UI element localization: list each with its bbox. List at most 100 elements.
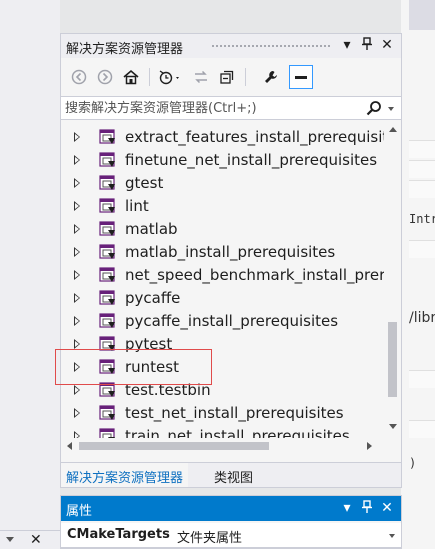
tree-item-label: pycaffe xyxy=(125,289,181,307)
forward-icon[interactable] xyxy=(93,65,117,89)
expand-arrow-icon[interactable] xyxy=(74,293,80,303)
expand-arrow-icon[interactable] xyxy=(74,316,80,326)
drag-grip[interactable] xyxy=(211,44,331,49)
background-text: Intr xyxy=(409,212,435,226)
expand-arrow-icon[interactable] xyxy=(74,247,80,257)
search-options-dropdown-icon[interactable] xyxy=(388,107,394,111)
horizontal-scrollbar[interactable] xyxy=(61,438,384,454)
scroll-thumb[interactable] xyxy=(79,442,269,450)
tree-item[interactable]: matlab_install_prerequisites xyxy=(61,241,384,264)
window-position-dropdown-icon[interactable]: ▾ xyxy=(339,37,355,55)
scroll-down-icon[interactable] xyxy=(389,424,397,429)
expand-arrow-icon[interactable] xyxy=(74,431,80,438)
background-text: /libr xyxy=(409,310,435,326)
project-icon xyxy=(99,244,117,260)
expand-arrow-icon[interactable] xyxy=(74,385,80,395)
tree-item[interactable]: pycaffe xyxy=(61,287,384,310)
project-icon xyxy=(99,405,117,421)
project-icon xyxy=(99,267,117,283)
close-icon[interactable]: ✕ xyxy=(30,532,42,548)
tree-item[interactable]: finetune_net_install_prerequisites xyxy=(61,149,384,172)
tree-item[interactable]: lint xyxy=(61,195,384,218)
tree-item[interactable]: net_speed_benchmark_install_prerequisite… xyxy=(61,264,384,287)
scroll-left-icon[interactable] xyxy=(67,442,72,450)
background-editor-left xyxy=(0,0,60,549)
scroll-up-icon[interactable] xyxy=(389,127,397,132)
project-icon xyxy=(99,175,117,191)
object-type: 文件夹属性 xyxy=(177,531,243,546)
window-position-dropdown-icon[interactable]: ▾ xyxy=(339,500,355,518)
tree-item[interactable]: pycaffe_install_prerequisites xyxy=(61,310,384,333)
background-row xyxy=(409,370,435,388)
close-icon[interactable]: ✕ xyxy=(379,500,395,518)
close-icon[interactable]: ✕ xyxy=(379,37,395,55)
project-icon xyxy=(99,152,117,168)
expand-arrow-icon[interactable] xyxy=(74,408,80,418)
search-box xyxy=(61,96,401,120)
search-input[interactable] xyxy=(65,99,355,118)
back-icon[interactable] xyxy=(67,65,91,89)
tree-item-label: test_net_install_prerequisites xyxy=(125,404,344,422)
project-icon xyxy=(99,313,117,329)
background-editor-right: Intr /libr ) xyxy=(401,0,435,549)
project-icon xyxy=(99,221,117,237)
expand-arrow-icon[interactable] xyxy=(74,201,80,211)
object-selector[interactable]: CMakeTargets 文件夹属性 xyxy=(61,523,401,548)
tree-item-label: matlab xyxy=(125,220,178,238)
background-left-tabbar: ✕ xyxy=(0,530,60,549)
tree-item[interactable]: train_net_install_prerequisites xyxy=(61,425,384,438)
tree-item-label: extract_features_install_prerequisites xyxy=(125,128,384,146)
background-strip xyxy=(409,0,435,30)
tree-item[interactable]: test_net_install_prerequisites xyxy=(61,402,384,425)
object-name: CMakeTargets xyxy=(67,527,170,542)
tree-item[interactable]: extract_features_install_prerequisites xyxy=(61,126,384,149)
panel-title: 解决方案资源管理器 xyxy=(66,42,184,57)
history-icon[interactable] xyxy=(155,65,185,89)
tree-item-label: pycaffe_install_prerequisites xyxy=(125,312,339,330)
tree-item-label: matlab_install_prerequisites xyxy=(125,243,336,261)
dropdown-icon[interactable] xyxy=(6,537,14,542)
tree-item-label: net_speed_benchmark_install_prerequisite… xyxy=(125,266,384,284)
home-icon[interactable] xyxy=(119,65,143,89)
expand-arrow-icon[interactable] xyxy=(74,224,80,234)
toolbar-separator xyxy=(245,68,246,86)
background-row xyxy=(409,140,435,158)
properties-wrench-icon[interactable] xyxy=(259,65,283,89)
tree-item-label: lint xyxy=(125,197,149,215)
background-row xyxy=(409,160,435,178)
tree-item[interactable]: gtest xyxy=(61,172,384,195)
tab-solution-explorer[interactable]: 解决方案资源管理器 xyxy=(61,463,189,487)
pin-icon[interactable] xyxy=(359,500,375,518)
project-icon xyxy=(99,129,117,145)
panel-tabs: 解决方案资源管理器 类视图 xyxy=(61,462,401,487)
properties-panel: 属性 ▾ ✕ CMakeTargets 文件夹属性 xyxy=(60,495,402,549)
expand-arrow-icon[interactable] xyxy=(74,178,80,188)
background-row xyxy=(409,420,435,438)
collapse-all-icon[interactable] xyxy=(215,65,239,89)
solution-tree: extract_features_install_prerequisites f… xyxy=(61,122,384,438)
properties-titlebar[interactable]: 属性 ▾ ✕ xyxy=(61,496,401,521)
tree-item-label: train_net_install_prerequisites xyxy=(125,427,350,438)
chevron-down-icon[interactable] xyxy=(389,534,395,538)
panel-title: 属性 xyxy=(66,504,93,519)
project-icon xyxy=(99,290,117,306)
expand-arrow-icon[interactable] xyxy=(74,155,80,165)
tab-class-view[interactable]: 类视图 xyxy=(209,463,258,487)
tree-item[interactable]: matlab xyxy=(61,218,384,241)
pin-icon[interactable] xyxy=(359,37,375,55)
expand-arrow-icon[interactable] xyxy=(74,132,80,142)
show-all-files-icon[interactable] xyxy=(289,65,313,89)
expand-arrow-icon[interactable] xyxy=(74,270,80,280)
background-row xyxy=(409,240,435,258)
tree-item-label: gtest xyxy=(125,174,164,192)
search-icon[interactable] xyxy=(366,100,382,120)
solution-explorer-titlebar[interactable]: 解决方案资源管理器 ▾ ✕ xyxy=(61,34,401,58)
vertical-scrollbar[interactable] xyxy=(384,122,401,438)
scroll-right-icon[interactable] xyxy=(367,442,372,450)
sync-icon[interactable] xyxy=(189,65,213,89)
project-icon xyxy=(99,428,117,438)
background-row xyxy=(409,180,435,198)
tree-item-label: finetune_net_install_prerequisites xyxy=(125,151,378,169)
scroll-thumb[interactable] xyxy=(388,322,397,397)
expand-arrow-icon[interactable] xyxy=(74,339,80,349)
